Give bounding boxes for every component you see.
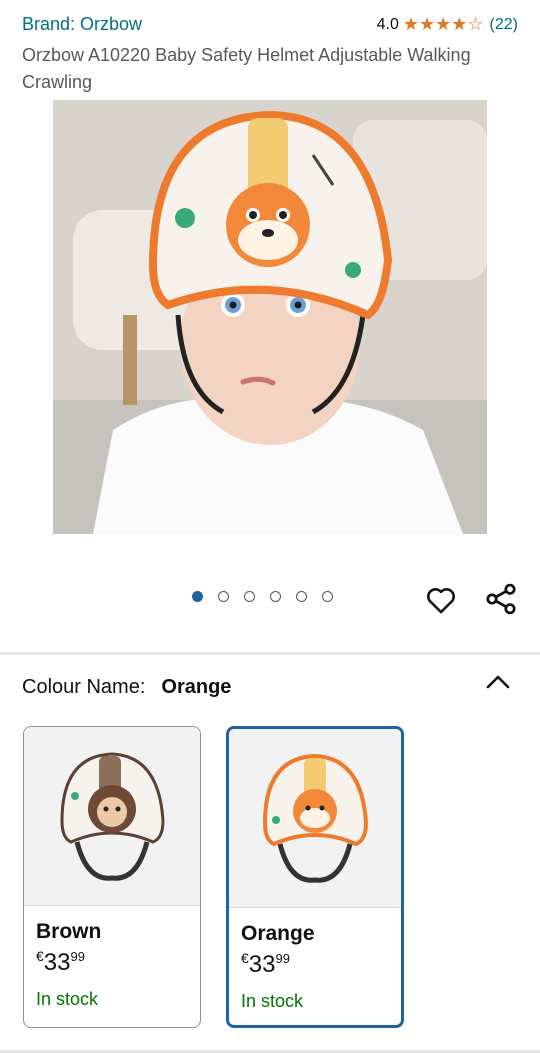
colour-selected-value: Orange	[161, 676, 232, 698]
variant-name: Orange	[241, 922, 315, 945]
variant-thumbnail	[229, 729, 401, 908]
colour-label: Colour Name:	[22, 676, 146, 698]
variant-price: €3399	[36, 948, 85, 976]
pagination-dot[interactable]	[270, 591, 281, 602]
colour-selector-header[interactable]: Colour Name: Orange	[22, 676, 231, 699]
variant-price: €3399	[241, 950, 290, 978]
product-image[interactable]	[53, 100, 487, 534]
section-divider	[0, 652, 540, 655]
colour-option-orange[interactable]: Orange €3399 In stock	[226, 726, 404, 1028]
product-title: Orzbow A10220 Baby Safety Helmet Adjusta…	[22, 45, 471, 92]
share-icon[interactable]	[483, 581, 519, 617]
rating-value: 4.0	[376, 15, 399, 33]
pagination-dot[interactable]	[192, 591, 203, 602]
rating[interactable]: 4.0 ★★★★☆ (22)	[377, 14, 518, 35]
pagination-dot[interactable]	[244, 591, 255, 602]
brand-link[interactable]: Brand: Orzbow	[22, 14, 142, 35]
heart-outline-icon[interactable]	[424, 583, 458, 617]
variant-name: Brown	[36, 920, 102, 943]
variant-thumbnail	[24, 727, 200, 906]
pagination-dot[interactable]	[296, 591, 307, 602]
pagination-dot[interactable]	[322, 591, 333, 602]
rating-count[interactable]: (22)	[490, 16, 518, 34]
colour-option-brown[interactable]: Brown €3399 In stock	[23, 726, 201, 1028]
image-pagination	[192, 591, 333, 602]
rating-stars: ★★★★☆	[402, 14, 484, 34]
chevron-up-icon[interactable]	[484, 670, 512, 694]
stock-status: In stock	[241, 991, 304, 1011]
stock-status: In stock	[36, 989, 99, 1009]
pagination-dot[interactable]	[218, 591, 229, 602]
